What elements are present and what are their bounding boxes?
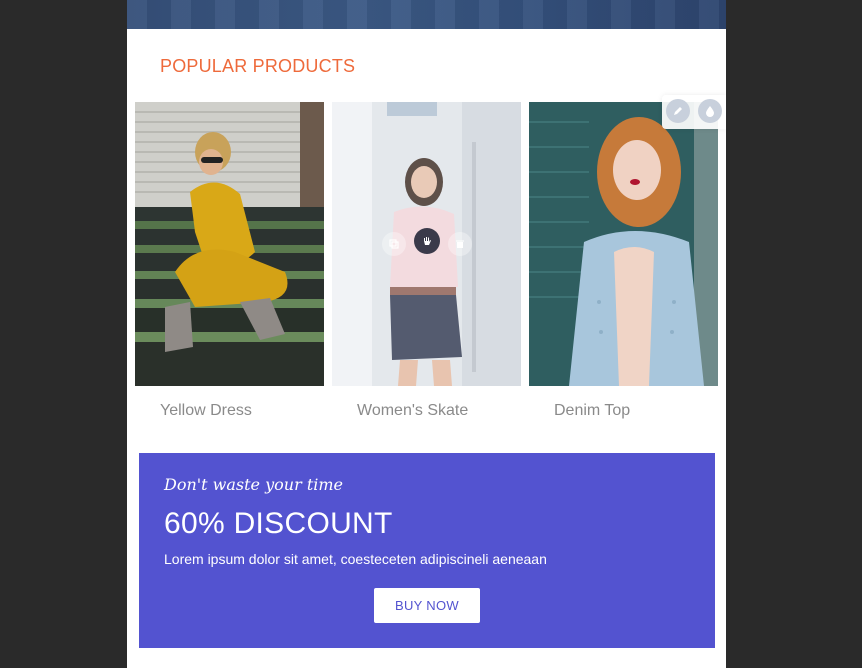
buy-now-button[interactable]: BUY NOW xyxy=(374,588,480,623)
product-image-yellow-dress[interactable] xyxy=(135,102,324,386)
hand-move-icon[interactable] xyxy=(414,228,440,254)
pencil-icon[interactable] xyxy=(666,99,690,123)
product-name: Denim Top xyxy=(554,402,631,419)
product-name: Yellow Dress xyxy=(160,402,252,419)
promo-body-text: Lorem ipsum dolor sit amet, coesteceten … xyxy=(164,551,547,567)
block-toolbar xyxy=(662,95,726,129)
email-template-canvas: POPULAR PRODUCTS Yellow Dress Women's Sk… xyxy=(127,0,726,668)
image-hover-toolbar xyxy=(382,228,474,262)
product-image-denim-top[interactable] xyxy=(529,102,718,386)
copy-icon[interactable] xyxy=(382,232,406,256)
product-name: Women's Skate xyxy=(357,402,469,419)
promo-tagline: Don't waste your time xyxy=(164,475,344,494)
section-title: POPULAR PRODUCTS xyxy=(160,56,356,76)
promo-headline: 60% DISCOUNT xyxy=(164,507,393,540)
discount-banner: Don't waste your time 60% DISCOUNT Lorem… xyxy=(139,453,715,648)
hero-image-strip xyxy=(127,0,726,29)
trash-icon[interactable] xyxy=(448,232,472,256)
droplet-icon[interactable] xyxy=(698,99,722,123)
